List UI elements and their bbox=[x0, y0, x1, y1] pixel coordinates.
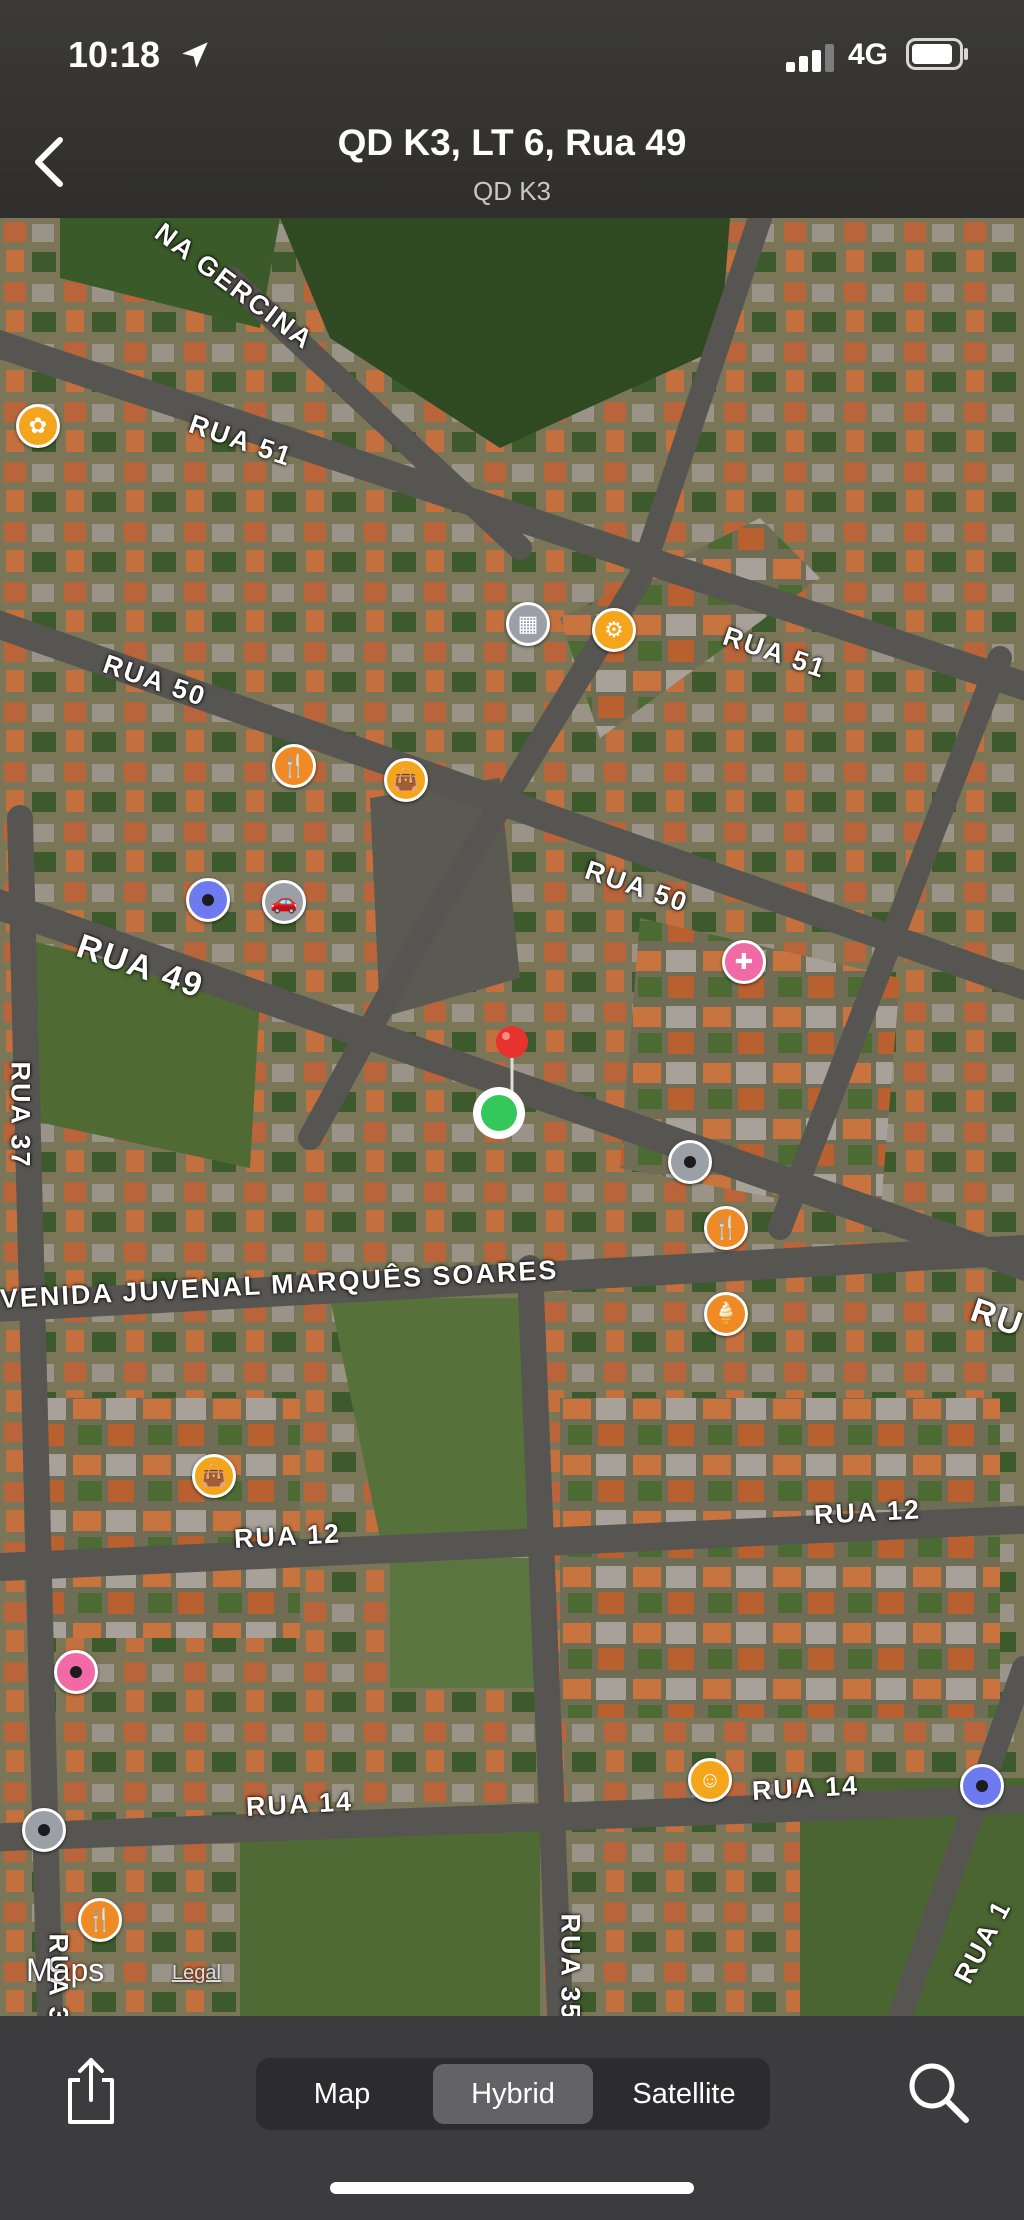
navigation-header: 10:18 4G QD K3, LT 6, Rua 49 QD K3 bbox=[0, 0, 1024, 218]
current-location-icon[interactable] bbox=[470, 1084, 528, 1142]
ice-cream-poi-icon[interactable]: 🍦 bbox=[704, 1292, 748, 1336]
spa-poi-icon[interactable]: ✿ bbox=[16, 404, 60, 448]
road-label-rua-14-east: RUA 14 bbox=[751, 1770, 860, 1806]
restaurant-poi-icon[interactable]: 🍴 bbox=[272, 744, 316, 788]
legal-link[interactable]: Legal bbox=[172, 1962, 221, 1985]
health-poi-icon[interactable]: ✚ bbox=[722, 940, 766, 984]
place-poi-icon-5[interactable] bbox=[960, 1764, 1004, 1808]
road-label-rua-35: RUA 35 bbox=[555, 1913, 586, 2017]
location-arrow-icon bbox=[182, 42, 208, 68]
building-poi-icon[interactable]: ▦ bbox=[506, 602, 550, 646]
place-poi-icon-3[interactable] bbox=[54, 1650, 98, 1694]
network-type: 4G bbox=[848, 38, 889, 71]
segment-map[interactable]: Map bbox=[262, 2064, 422, 2124]
cellular-signal-icon bbox=[786, 44, 834, 72]
search-icon[interactable] bbox=[904, 2058, 972, 2126]
restaurant-poi-icon-3[interactable]: 🍴 bbox=[78, 1898, 122, 1942]
home-indicator[interactable] bbox=[330, 2182, 694, 2194]
share-icon[interactable] bbox=[60, 2056, 122, 2126]
store-poi-icon[interactable]: ☺ bbox=[688, 1758, 732, 1802]
car-service-poi-icon[interactable]: 🚗 bbox=[262, 880, 306, 924]
status-time: 10:18 bbox=[68, 34, 161, 75]
map-type-segmented-control: Map Hybrid Satellite bbox=[256, 2058, 770, 2130]
segment-satellite[interactable]: Satellite bbox=[604, 2064, 764, 2124]
place-poi-icon-2[interactable] bbox=[668, 1140, 712, 1184]
road-label-rua-12-east: RUA 12 bbox=[813, 1494, 922, 1530]
segment-hybrid[interactable]: Hybrid bbox=[433, 2064, 593, 2124]
place-title: QD K3, LT 6, Rua 49 bbox=[337, 122, 687, 163]
satellite-map[interactable]: NA GERCINA RUA 51 RUA 51 RUA 50 RUA 50 R… bbox=[0, 218, 1024, 2016]
road-label-rua-12: RUA 12 bbox=[233, 1518, 342, 1554]
place-poi-icon[interactable] bbox=[186, 878, 230, 922]
place-poi-icon-4[interactable] bbox=[22, 1808, 66, 1852]
road-label-rua-14: RUA 14 bbox=[245, 1786, 354, 1822]
place-subtitle: QD K3 bbox=[472, 176, 552, 206]
restaurant-poi-icon-2[interactable]: 🍴 bbox=[704, 1206, 748, 1250]
shopping-bag-poi-icon[interactable]: 👜 bbox=[384, 758, 428, 802]
battery-icon bbox=[906, 38, 968, 70]
maps-logo: Maps bbox=[26, 1952, 105, 1988]
shopping-bag-poi-icon-2[interactable]: 👜 bbox=[192, 1454, 236, 1498]
road-label-rua-37: RUA 37 bbox=[5, 1061, 36, 1169]
sports-poi-icon[interactable]: ⚙ bbox=[592, 608, 636, 652]
